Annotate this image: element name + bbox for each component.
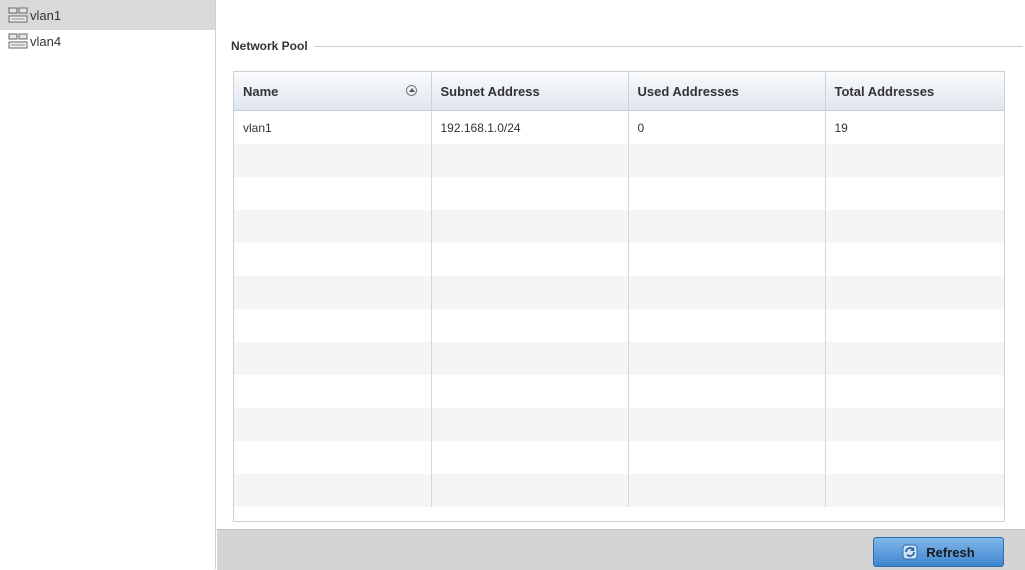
refresh-button[interactable]: Refresh bbox=[873, 537, 1004, 567]
table-row[interactable]: vlan1 192.168.1.0/24 0 19 bbox=[234, 110, 1004, 144]
empty-row bbox=[234, 342, 1004, 375]
sidebar-item-label: vlan1 bbox=[30, 7, 62, 23]
network-icon bbox=[8, 7, 28, 23]
empty-row bbox=[234, 309, 1004, 342]
empty-row bbox=[234, 276, 1004, 309]
column-header-subnet-address[interactable]: Subnet Address bbox=[431, 72, 629, 111]
empty-row bbox=[234, 243, 1004, 276]
sidebar-item-label: vlan4 bbox=[30, 33, 62, 49]
sidebar-item-vlan1[interactable]: vlan1 bbox=[0, 0, 215, 30]
cell-used-addresses: 0 bbox=[628, 110, 826, 144]
empty-row bbox=[234, 441, 1004, 474]
cell-name: vlan1 bbox=[234, 110, 432, 144]
column-header-name[interactable]: Name bbox=[234, 72, 432, 111]
refresh-label: Refresh bbox=[926, 544, 975, 560]
footer-bar: Refresh bbox=[217, 529, 1025, 570]
empty-row bbox=[234, 144, 1004, 177]
sort-ascending-icon[interactable] bbox=[405, 85, 417, 96]
column-header-total-addresses[interactable]: Total Addresses bbox=[825, 72, 1004, 111]
sidebar-item-vlan4[interactable]: vlan4 bbox=[0, 30, 215, 52]
empty-row bbox=[234, 408, 1004, 441]
sidebar: vlan1 vlan4 bbox=[0, 0, 216, 569]
cell-total-addresses: 19 bbox=[834, 120, 848, 135]
network-pool-table: Name Subnet Address Used Addresses Total… bbox=[233, 71, 1005, 522]
empty-row bbox=[234, 474, 1004, 507]
main-panel: Network Pool Name Subnet Address Used Ad… bbox=[217, 0, 1025, 570]
empty-row bbox=[234, 210, 1004, 243]
refresh-icon bbox=[902, 544, 918, 560]
section-legend: Network Pool bbox=[231, 39, 308, 53]
network-icon bbox=[8, 33, 28, 49]
network-pool-fieldset: Network Pool bbox=[231, 38, 1023, 54]
empty-row bbox=[234, 177, 1004, 210]
cell-subnet-address: 192.168.1.0/24 bbox=[431, 110, 629, 144]
legend-divider bbox=[313, 45, 1023, 47]
column-header-used-addresses[interactable]: Used Addresses bbox=[628, 72, 826, 111]
empty-row bbox=[234, 375, 1004, 408]
